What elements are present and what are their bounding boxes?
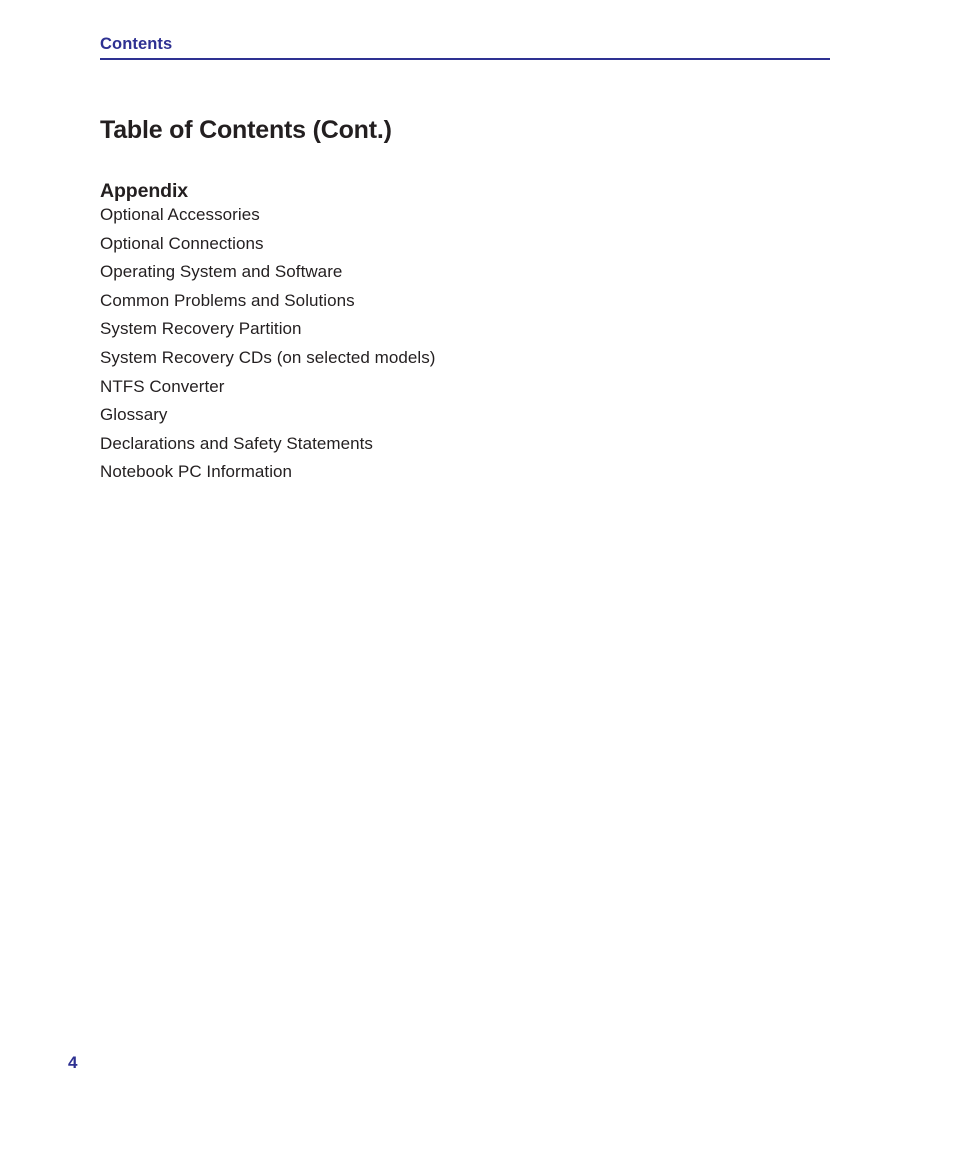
toc-entry[interactable]: Notebook PC Information: [100, 458, 800, 487]
toc-entry[interactable]: Declarations and Safety Statements: [100, 430, 800, 459]
toc-entry[interactable]: Glossary: [100, 401, 800, 430]
toc-entry[interactable]: System Recovery CDs (on selected models): [100, 344, 800, 373]
toc-entry-list: Optional Accessories Optional Connection…: [100, 201, 800, 487]
header-divider-rule: [100, 58, 830, 60]
toc-entry[interactable]: NTFS Converter: [100, 373, 800, 402]
document-page: Contents Table of Contents (Cont.) Appen…: [0, 0, 954, 1155]
toc-entry[interactable]: Common Problems and Solutions: [100, 287, 800, 316]
page-title: Table of Contents (Cont.): [100, 115, 392, 144]
page-number: 4: [68, 1053, 78, 1072]
toc-entry[interactable]: Optional Accessories: [100, 201, 800, 230]
toc-entry[interactable]: Optional Connections: [100, 230, 800, 259]
toc-entry[interactable]: Operating System and Software: [100, 258, 800, 287]
toc-entry[interactable]: System Recovery Partition: [100, 315, 800, 344]
section-heading-appendix: Appendix: [100, 180, 189, 203]
running-head: Contents: [100, 35, 173, 53]
